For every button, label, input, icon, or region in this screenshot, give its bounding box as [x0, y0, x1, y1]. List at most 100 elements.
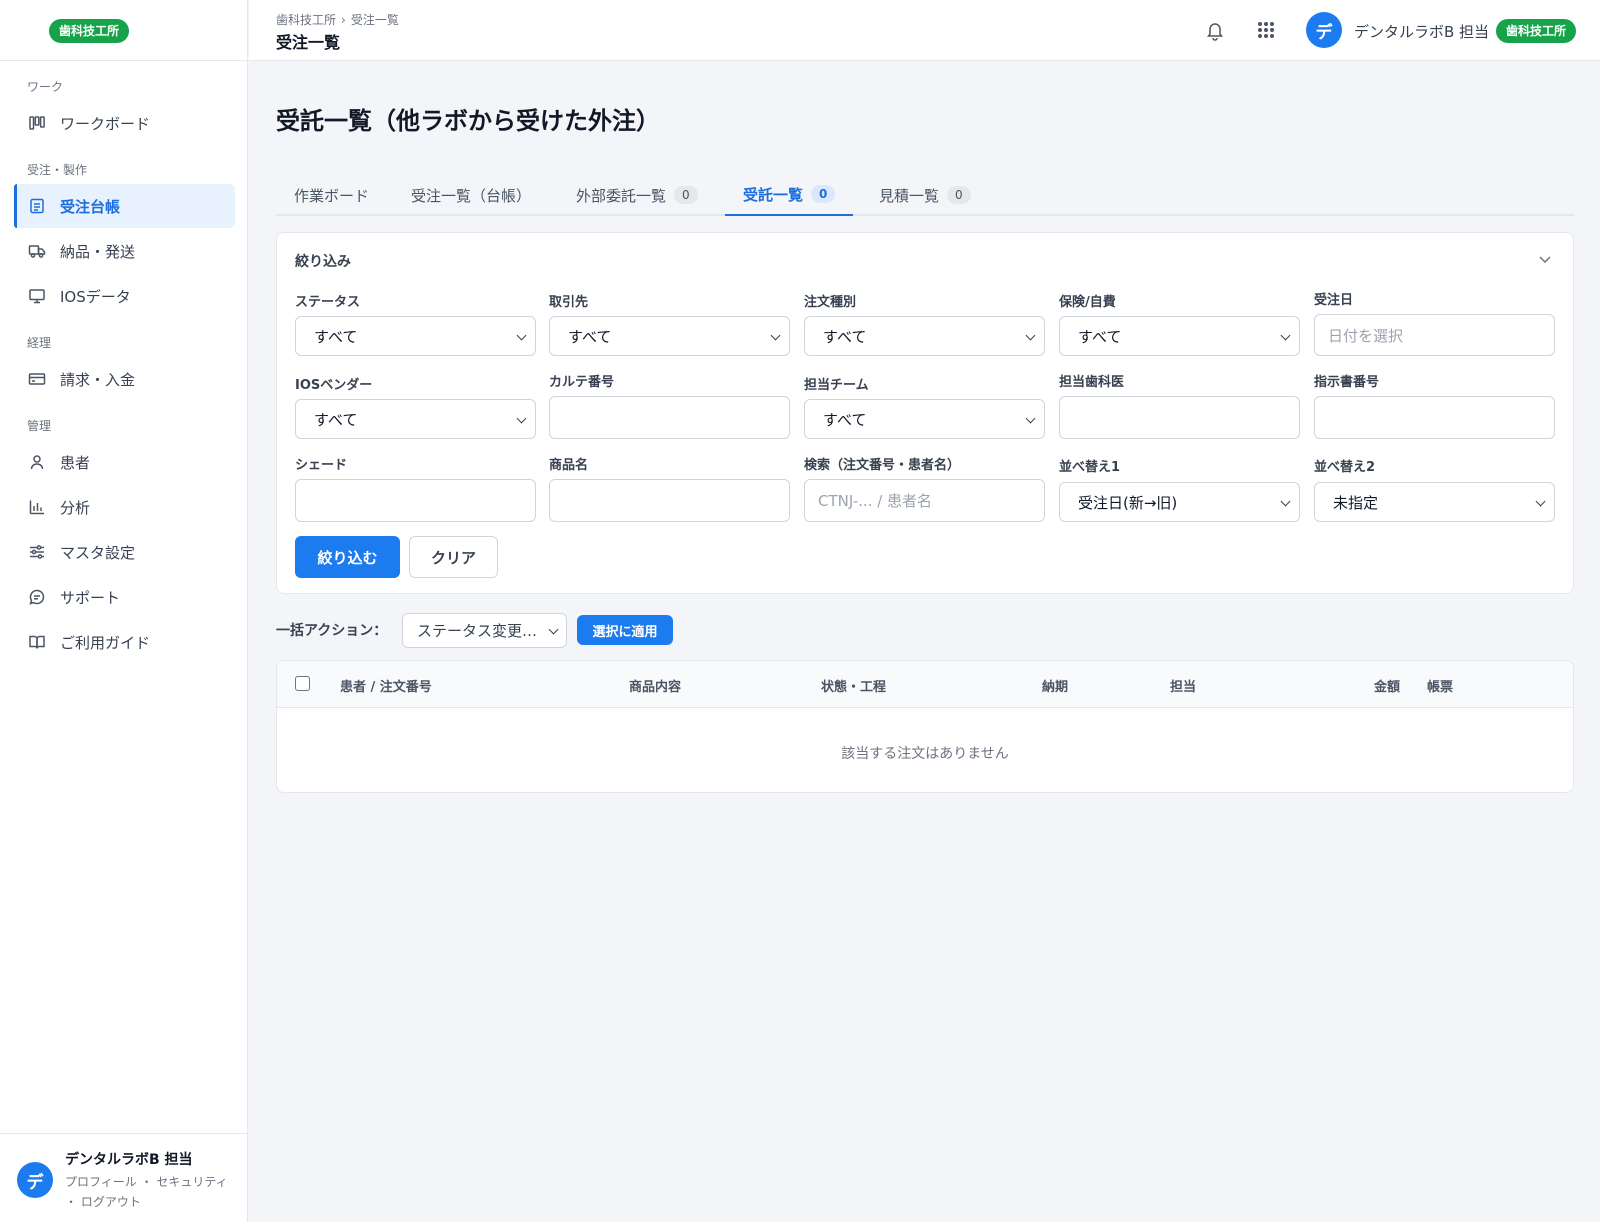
filter-title[interactable]: 絞り込み	[295, 251, 351, 271]
search-input[interactable]: CTNJ-... / 患者名	[804, 479, 1045, 522]
avatar[interactable]: デ	[17, 1162, 53, 1198]
apply-to-selection-button[interactable]: 選択に適用	[577, 615, 673, 645]
filter-panel: 絞り込み ステータス すべて 取引先 すべて 注文種別 すべて 保険/自費 すべ…	[276, 232, 1574, 594]
tab-workboard[interactable]: 作業ボード	[276, 174, 387, 216]
breadcrumb-separator: ›	[341, 13, 346, 27]
tab-outsourced[interactable]: 外部委託一覧 0	[558, 174, 716, 216]
orders-table: 患者 / 注文番号 商品内容 状態・工程 納期 担当 金額 帳票 該当する注文は…	[276, 660, 1574, 793]
tab-label: 作業ボード	[294, 186, 370, 205]
dentist-input[interactable]	[1059, 396, 1300, 439]
search-label: 検索（注文番号・患者名）	[804, 458, 961, 473]
tab-order-ledger[interactable]: 受注一覧（台帳）	[393, 174, 549, 216]
client-label: 取引先	[549, 295, 589, 310]
order-date-input[interactable]: 日付を選択	[1314, 314, 1555, 356]
sidebar-item-label: ご利用ガイド	[60, 633, 151, 652]
order-type-label: 注文種別	[804, 295, 857, 310]
truck-icon	[28, 242, 46, 260]
apply-filter-button[interactable]: 絞り込む	[295, 536, 400, 578]
column-header[interactable]: 金額	[1374, 676, 1400, 695]
org-badge: 歯科技工所	[1496, 19, 1577, 43]
user-icon	[28, 453, 46, 471]
column-header[interactable]: 患者 / 注文番号	[340, 676, 432, 695]
order-type-select[interactable]: すべて	[804, 316, 1045, 356]
insurance-select[interactable]: すべて	[1059, 316, 1300, 356]
account-links-line1[interactable]: プロフィール ・ セキュリティ	[65, 1172, 240, 1192]
instruction-number-label: 指示書番号	[1314, 375, 1380, 390]
apps-grid-icon[interactable]	[1256, 20, 1276, 40]
column-header: 帳票	[1427, 680, 1454, 695]
top-header: 歯科技工所 › 受注一覧 受注一覧 デ デンタルラボB 担当 歯科技工所	[249, 0, 1600, 61]
column-header: 担当	[1170, 680, 1197, 695]
sidebar-item-order-ledger[interactable]: 受注台帳	[14, 184, 235, 228]
header-user-name[interactable]: デンタルラボB 担当	[1354, 21, 1489, 42]
chevron-down-icon[interactable]	[1537, 251, 1553, 267]
select-all-checkbox[interactable]	[295, 676, 310, 691]
user-name: デンタルラボB 担当	[65, 1152, 193, 1168]
order-date-label: 受注日	[1314, 293, 1354, 308]
tab-count: 0	[947, 186, 971, 204]
section-work: ワーク	[27, 80, 64, 94]
bulk-action-select[interactable]: ステータス変更…	[402, 613, 567, 648]
chart-number-label: カルテ番号	[549, 375, 615, 390]
sidebar-user-footer: デ デンタルラボB 担当 プロフィール ・ セキュリティ ・ ログアウト	[0, 1133, 248, 1222]
column-header[interactable]: 納期	[1042, 676, 1068, 695]
sidebar-item-ios-data[interactable]: IOSデータ	[14, 274, 235, 318]
sidebar-item-label: ワークボード	[60, 114, 151, 133]
instruction-number-input[interactable]	[1314, 396, 1555, 439]
ios-vendor-select[interactable]: すべて	[295, 399, 536, 439]
account-links-line2[interactable]: ・ ログアウト	[65, 1192, 240, 1212]
tab-estimates[interactable]: 見積一覧 0	[861, 174, 989, 216]
sidebar-item-guide[interactable]: ご利用ガイド	[14, 620, 235, 664]
bell-icon[interactable]	[1204, 19, 1226, 41]
sidebar-item-delivery[interactable]: 納品・発送	[14, 229, 235, 273]
tab-count: 0	[811, 185, 836, 203]
account-links[interactable]: プロフィール ・ セキュリティ ・ ログアウト	[65, 1172, 240, 1212]
status-select[interactable]: すべて	[295, 316, 536, 356]
tab-label: 受注一覧（台帳）	[411, 186, 532, 205]
client-select[interactable]: すべて	[549, 316, 790, 356]
sidebar-item-label: IOSデータ	[60, 287, 131, 306]
sidebar-item-patients[interactable]: 患者	[14, 440, 235, 484]
sliders-icon	[28, 543, 46, 561]
brand-badge[interactable]: 歯科技工所	[49, 19, 130, 43]
bar-chart-icon	[28, 498, 46, 516]
shade-input[interactable]	[295, 479, 536, 522]
sidebar-item-label: 受注台帳	[60, 197, 121, 216]
tab-contracted[interactable]: 受託一覧 0	[725, 174, 854, 216]
tab-bar: 作業ボード 受注一覧（台帳） 外部委託一覧 0 受託一覧 0 見積一覧 0	[276, 174, 1574, 216]
clear-filter-button[interactable]: クリア	[409, 536, 498, 578]
bulk-action-label: 一括アクション：	[276, 623, 388, 639]
team-label: 担当チーム	[804, 378, 869, 393]
sidebar-item-label: サポート	[60, 588, 121, 607]
section-orders: 受注・製作	[27, 163, 88, 177]
product-name-input[interactable]	[549, 479, 790, 522]
kanban-icon	[28, 114, 46, 132]
product-name-label: 商品名	[549, 458, 589, 473]
sidebar-item-label: 納品・発送	[60, 242, 136, 261]
sidebar-item-label: 患者	[60, 453, 91, 472]
status-label: ステータス	[295, 295, 361, 310]
avatar[interactable]: デ	[1306, 12, 1342, 48]
sidebar-item-label: マスタ設定	[60, 543, 136, 562]
sidebar-logo-area: 歯科技工所	[0, 0, 247, 61]
chart-number-input[interactable]	[549, 396, 790, 439]
section-admin: 管理	[27, 419, 52, 433]
shade-label: シェード	[295, 458, 348, 473]
insurance-label: 保険/自費	[1059, 295, 1116, 310]
sidebar-item-support[interactable]: サポート	[14, 575, 235, 619]
monitor-icon	[28, 287, 46, 305]
sort1-label: 並べ替え1	[1059, 460, 1121, 475]
sidebar-item-billing[interactable]: 請求・入金	[14, 357, 235, 401]
sort2-select[interactable]: 未指定	[1314, 482, 1555, 522]
credit-card-icon	[28, 370, 46, 388]
breadcrumb-item[interactable]: 歯科技工所	[276, 13, 336, 27]
page-title: 受託一覧（他ラボから受けた外注）	[276, 107, 660, 135]
sidebar-item-workboard[interactable]: ワークボード	[14, 101, 235, 145]
sort1-select[interactable]: 受注日(新→旧)	[1059, 482, 1300, 522]
tab-label: 外部委託一覧	[576, 186, 667, 205]
team-select[interactable]: すべて	[804, 399, 1045, 439]
tab-count: 0	[674, 186, 698, 204]
sidebar-item-label: 分析	[60, 498, 91, 517]
sidebar-item-analytics[interactable]: 分析	[14, 485, 235, 529]
sidebar-item-master-settings[interactable]: マスタ設定	[14, 530, 235, 574]
